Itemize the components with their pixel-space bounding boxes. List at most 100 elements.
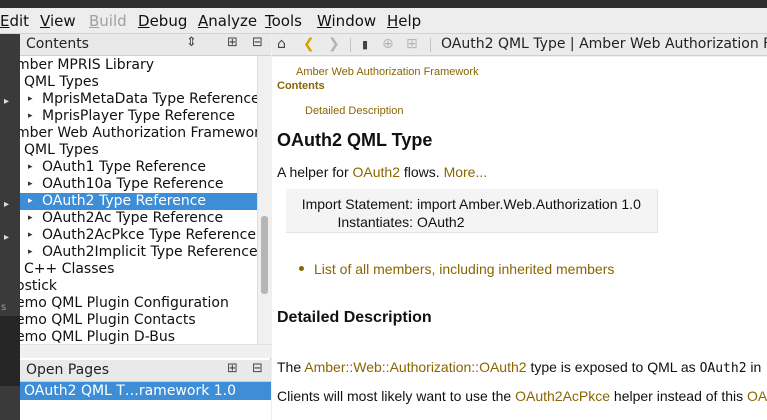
tree-item[interactable]: emo QML Plugin Contacts [20,312,257,329]
rail-expand-arrow-icon[interactable]: ▸ [4,199,9,210]
help-sidebar: Contents ⇕ ⊞ ⊟ mber MPRIS Library QML Typ… [20,34,271,420]
menu-label: ools [271,12,302,30]
close-pane-icon[interactable]: ⊟ [252,361,263,376]
menu-help[interactable]: Help [387,12,421,30]
tree-item[interactable]: mber MPRIS Library [20,57,257,74]
sort-icon[interactable]: ⇕ [186,35,197,50]
menu-accelerator: B [89,12,100,30]
contents-tree: mber MPRIS Library QML Types ▸ MprisMetaDat… [20,56,257,344]
tree-item[interactable]: ▸ OAuth10a Type Reference [20,176,257,193]
menu-label: nalyze [208,12,258,30]
menu-debug[interactable]: Debug [138,12,187,30]
bookmark-icon[interactable]: ▮ [362,38,368,51]
expand-arrow-icon[interactable]: ▸ [28,176,33,193]
tree-item[interactable]: ▸ MprisMetaData Type Reference [20,91,257,108]
tree-item[interactable]: mber Web Authorization Framework [20,125,257,142]
expand-arrow-icon[interactable]: ▸ [28,159,33,176]
menu-accelerator: D [138,12,150,30]
expand-arrow-icon[interactable]: ▸ [28,210,33,227]
import-info-table: Import Statement: import Amber.Web.Autho… [286,189,658,233]
menu-label: iew [49,12,76,30]
expand-arrow-icon[interactable]: ▸ [28,108,33,125]
menu-accelerator: V [40,12,50,30]
toc-link-detailed-description[interactable]: Detailed Description [305,105,403,117]
expand-arrow-icon[interactable]: ▸ [28,244,33,261]
page-title: OAuth2 QML Type [277,130,433,150]
tree-horizontal-scrollbar[interactable] [20,344,271,358]
all-members-link[interactable]: List of all members, including inherited… [314,261,614,277]
intro-text: flows. [399,164,444,180]
tree-item-label: OAuth2Ac Type Reference [42,210,224,226]
tree-item[interactable]: QML Types [20,142,257,159]
truncated-link[interactable]: OA [747,388,767,404]
menu-label: indow [331,12,377,30]
help-content-toolbar: ⌂ ❮ ❯ ▮ ⊕ ⊞ OAuth2 QML Type | Amber Web … [272,34,767,56]
para-text: type is exposed to QML as [526,359,700,375]
intro-paragraph: A helper for OAuth2 flows. More... [277,164,487,180]
back-arrow-icon[interactable]: ❮ [303,36,315,52]
split-pane-icon[interactable]: ⊞ [227,35,238,50]
tree-item[interactable]: ▸ OAuth2Ac Type Reference [20,210,257,227]
rail-expand-arrow-icon[interactable]: ▸ [4,96,9,107]
rail-panel [0,316,20,386]
tree-item[interactable]: ▸ OAuth1 Type Reference [20,159,257,176]
menu-edit[interactable]: Edit [0,12,29,30]
expand-arrow-icon[interactable]: ▸ [28,193,33,210]
tree-item[interactable]: emo QML Plugin Configuration [20,295,257,312]
tree-item-label: ostick [20,278,58,294]
expand-arrow-icon[interactable]: ▸ [28,91,33,108]
menu-view[interactable]: View [40,12,76,30]
open-pages-list: OAuth2 QML T…ramework 1.0 [20,382,271,420]
menu-analyze[interactable]: Analyze [198,12,257,30]
toolbar-separator [430,38,431,52]
para-text: helper instead of this [610,388,748,404]
menu-accelerator: H [387,12,399,30]
menu-build[interactable]: Build [89,12,127,30]
menu-label: elp [398,12,422,30]
split-view-icon[interactable]: ⊞ [406,36,418,52]
menu-window[interactable]: Window [317,12,376,30]
menu-tools[interactable]: Tools [265,12,302,30]
tree-item[interactable]: ▸ OAuth2 Type Reference [20,193,257,210]
code-text: OAuth2 [699,361,747,376]
bullet-icon [299,266,304,271]
open-page-item[interactable]: OAuth2 QML T…ramework 1.0 [20,382,271,400]
intro-text: A helper for [277,164,353,180]
tree-vertical-scrollbar[interactable] [257,56,271,344]
class-link[interactable]: Amber::Web::Authorization::OAuth2 [304,359,526,375]
menu-accelerator: T [265,12,272,30]
more-link[interactable]: More... [444,164,488,180]
instantiates-link[interactable]: OAuth2 [417,214,464,230]
tree-item-label: OAuth10a Type Reference [42,176,224,192]
expand-arrow-icon[interactable]: ▸ [28,227,33,244]
rail-label: s [1,302,7,313]
menu-label: uild [99,12,127,30]
instantiates-label: Instantiates: [337,214,414,230]
forward-arrow-icon[interactable]: ❯ [328,36,340,52]
oauth2acpkce-link[interactable]: OAuth2AcPkce [515,388,610,404]
tree-item[interactable]: ▸ OAuth2AcPkce Type Reference [20,227,257,244]
tree-item[interactable]: ▸ OAuth2Implicit Type Reference [20,244,257,261]
contents-pane-header: Contents ⇕ ⊞ ⊟ [20,34,271,56]
tree-item-label: emo QML Plugin Contacts [20,312,196,328]
tree-item-label: emo QML Plugin Configuration [20,295,229,311]
close-pane-icon[interactable]: ⊟ [252,35,263,50]
para-text: The [277,359,305,375]
home-icon[interactable]: ⌂ [277,36,286,52]
mode-selector-rail: ▸ ▸ ▸ s [0,34,20,420]
tree-item[interactable]: emo QML Plugin D-Bus [20,329,257,344]
tree-item[interactable]: QML Types [20,74,257,91]
split-pane-icon[interactable]: ⊞ [227,361,238,376]
tree-item[interactable]: C++ Classes [20,261,257,278]
menu-label: dit [9,12,30,30]
tree-item[interactable]: ▸ MprisPlayer Type Reference [20,108,257,125]
tree-item[interactable]: ostick [20,278,257,295]
scrollbar-thumb[interactable] [261,216,268,294]
oauth2-link[interactable]: OAuth2 [353,164,400,180]
tree-item-label: MprisMetaData Type Reference [42,91,257,107]
rail-expand-arrow-icon[interactable]: ▸ [4,232,9,243]
tree-item-label: MprisPlayer Type Reference [42,108,236,124]
tree-item-label: QML Types [24,142,99,158]
globe-icon[interactable]: ⊕ [382,36,394,52]
breadcrumb-link[interactable]: Amber Web Authorization Framework [296,66,479,78]
